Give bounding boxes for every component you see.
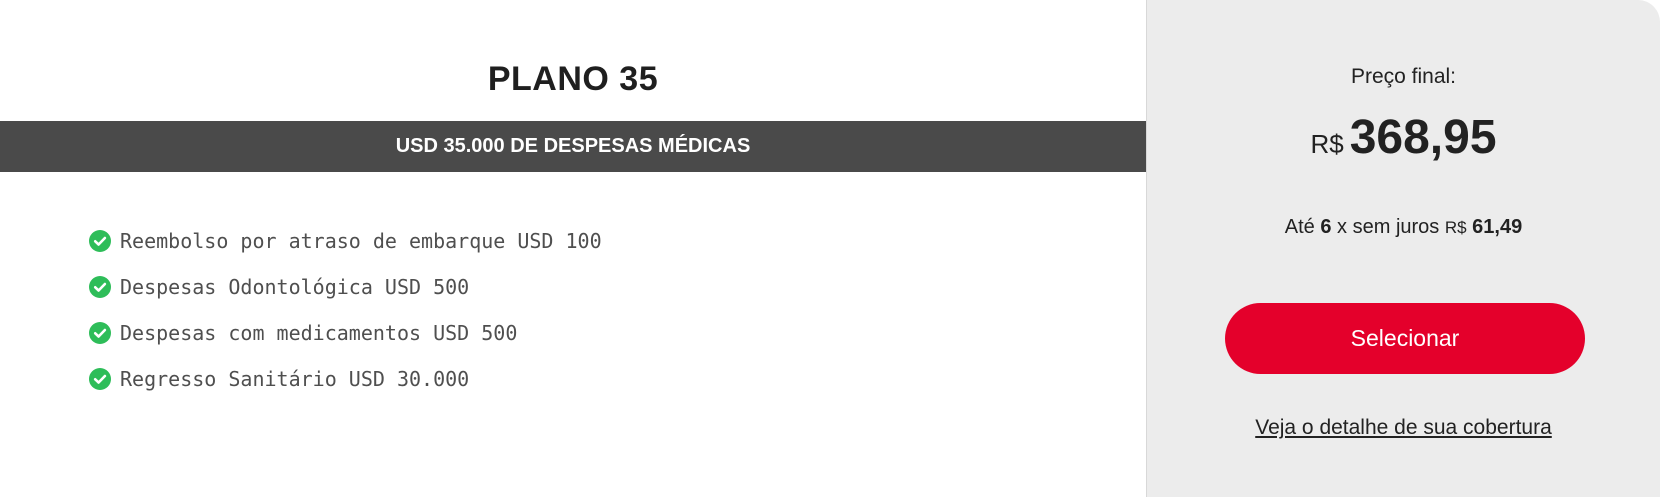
benefit-item: Despesas com medicamentos USD 500 xyxy=(89,310,602,356)
benefit-item: Reembolso por atraso de embarque USD 100 xyxy=(89,218,602,264)
plan-title: PLANO 35 xyxy=(487,60,659,98)
installments-text: x sem juros xyxy=(1337,216,1440,238)
check-circle-icon xyxy=(89,230,111,252)
installments-value: 61,49 xyxy=(1472,216,1523,238)
final-price: R$ 368,95 xyxy=(1147,110,1660,165)
installments-info: Até 6 x sem juros R$ 61,49 xyxy=(1147,216,1660,239)
installments-prefix: Até xyxy=(1284,216,1315,238)
benefits-list: Reembolso por atraso de embarque USD 100… xyxy=(89,218,602,402)
check-circle-icon xyxy=(89,276,111,298)
pricing-panel: Preço final: R$ 368,95 Até 6 x sem juros … xyxy=(1146,0,1660,497)
installments-count: 6 xyxy=(1320,216,1332,238)
benefit-label: Regresso Sanitário USD 30.000 xyxy=(120,367,470,391)
benefit-label: Reembolso por atraso de embarque USD 100 xyxy=(120,229,602,253)
price-amount: 368,95 xyxy=(1349,111,1497,164)
plan-details: PLANO 35 USD 35.000 DE DESPESAS MÉDICAS … xyxy=(0,0,1146,497)
coverage-banner: USD 35.000 DE DESPESAS MÉDICAS xyxy=(0,121,1146,172)
benefit-item: Regresso Sanitário USD 30.000 xyxy=(89,356,602,402)
plan-card: PLANO 35 USD 35.000 DE DESPESAS MÉDICAS … xyxy=(0,0,1660,497)
coverage-detail-link[interactable]: Veja o detalhe de sua cobertura xyxy=(1147,416,1660,440)
check-circle-icon xyxy=(89,368,111,390)
installments-currency: R$ xyxy=(1444,218,1467,237)
benefit-item: Despesas Odontológica USD 500 xyxy=(89,264,602,310)
coverage-text: USD 35.000 DE DESPESAS MÉDICAS xyxy=(395,135,751,157)
price-label: Preço final: xyxy=(1350,65,1457,88)
benefit-label: Despesas Odontológica USD 500 xyxy=(120,275,470,299)
price-currency: R$ xyxy=(1310,129,1344,159)
benefit-label: Despesas com medicamentos USD 500 xyxy=(120,321,518,345)
select-button[interactable]: Selecionar xyxy=(1225,303,1585,374)
check-circle-icon xyxy=(89,322,111,344)
